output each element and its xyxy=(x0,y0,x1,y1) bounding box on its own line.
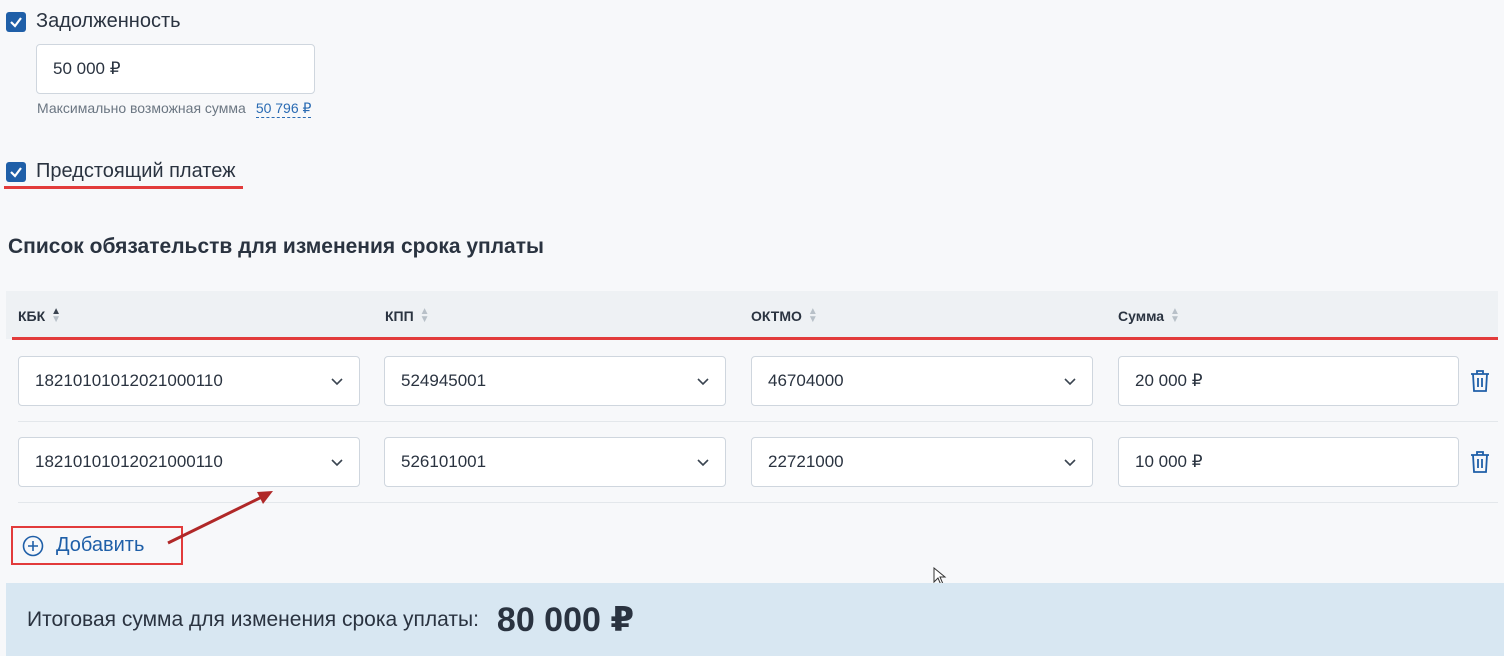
trash-icon[interactable] xyxy=(1469,369,1491,393)
sort-icon: ▲ ▼ xyxy=(51,306,62,325)
column-header-label: Сумма xyxy=(1118,308,1165,324)
check-icon xyxy=(10,16,22,28)
row-divider xyxy=(18,421,1498,422)
kpp-value: 526101001 xyxy=(401,452,487,471)
max-amount-hint-text: Максимально возможная сумма xyxy=(37,100,246,116)
sum-input[interactable]: 10 000 ₽ xyxy=(1118,437,1459,487)
upcoming-checkbox-row[interactable]: Предстоящий платеж xyxy=(6,160,236,183)
column-header-oktmo[interactable]: ОКТМО ▲ ▼ xyxy=(751,306,818,325)
column-header-label: КБК xyxy=(18,308,46,324)
chevron-down-icon xyxy=(697,459,709,467)
debt-amount-input[interactable]: 50 000 ₽ xyxy=(36,44,315,94)
debt-checkbox-label: Задолженность xyxy=(36,10,181,32)
check-icon xyxy=(10,166,22,178)
sort-icon: ▲ ▼ xyxy=(419,306,430,325)
column-header-label: ОКТМО xyxy=(751,308,802,324)
debt-checkbox[interactable] xyxy=(6,11,26,32)
chevron-down-icon xyxy=(1064,459,1076,467)
chevron-down-icon xyxy=(331,378,343,386)
kbk-value: 18210101012021000110 xyxy=(35,371,223,390)
annotation-underline xyxy=(4,186,243,189)
sum-input[interactable]: 20 000 ₽ xyxy=(1118,356,1459,406)
column-header-sum[interactable]: Сумма ▲ ▼ xyxy=(1118,306,1180,325)
add-button-label: Добавить xyxy=(56,534,145,556)
sort-icon: ▲ ▼ xyxy=(807,306,818,325)
annotation-underline xyxy=(12,337,1498,340)
chevron-down-icon xyxy=(331,459,343,467)
kpp-select[interactable]: 524945001 xyxy=(384,356,726,406)
trash-icon[interactable] xyxy=(1469,450,1491,474)
chevron-down-icon xyxy=(697,378,709,386)
kbk-select[interactable]: 18210101012021000110 xyxy=(18,356,360,406)
annotation-arrow xyxy=(167,491,273,545)
total-bar: Итоговая сумма для изменения срока уплат… xyxy=(6,583,1504,656)
total-value: 80 000 ₽ xyxy=(496,600,635,639)
oktmo-select[interactable]: 46704000 xyxy=(751,356,1093,406)
oktmo-value: 46704000 xyxy=(768,371,844,390)
max-amount-link[interactable]: 50 796 ₽ xyxy=(255,100,312,118)
plus-circle-icon xyxy=(22,535,44,556)
column-header-kpp[interactable]: КПП ▲ ▼ xyxy=(385,306,430,325)
section-title: Список обязательств для изменения срока … xyxy=(8,235,544,258)
debt-checkbox-row[interactable]: Задолженность xyxy=(6,10,181,33)
max-amount-hint: Максимально возможная сумма 50 796 ₽ xyxy=(37,100,312,118)
upcoming-checkbox[interactable] xyxy=(6,161,26,182)
kbk-value: 18210101012021000110 xyxy=(35,452,223,471)
table-header: КБК ▲ ▼ КПП ▲ ▼ ОКТМО ▲ ▼ Сумма ▲ ▼ xyxy=(6,291,1498,339)
sort-icon: ▲ ▼ xyxy=(1170,306,1180,325)
add-button[interactable]: Добавить xyxy=(11,526,183,565)
total-label: Итоговая сумма для изменения срока уплат… xyxy=(27,607,479,631)
kpp-select[interactable]: 526101001 xyxy=(384,437,726,487)
upcoming-checkbox-label: Предстоящий платеж xyxy=(36,160,236,182)
column-header-kbk[interactable]: КБК ▲ ▼ xyxy=(18,306,62,325)
chevron-down-icon xyxy=(1064,378,1076,386)
column-header-label: КПП xyxy=(385,308,414,324)
oktmo-value: 22721000 xyxy=(768,452,844,471)
oktmo-select[interactable]: 22721000 xyxy=(751,437,1093,487)
kpp-value: 524945001 xyxy=(401,371,487,390)
